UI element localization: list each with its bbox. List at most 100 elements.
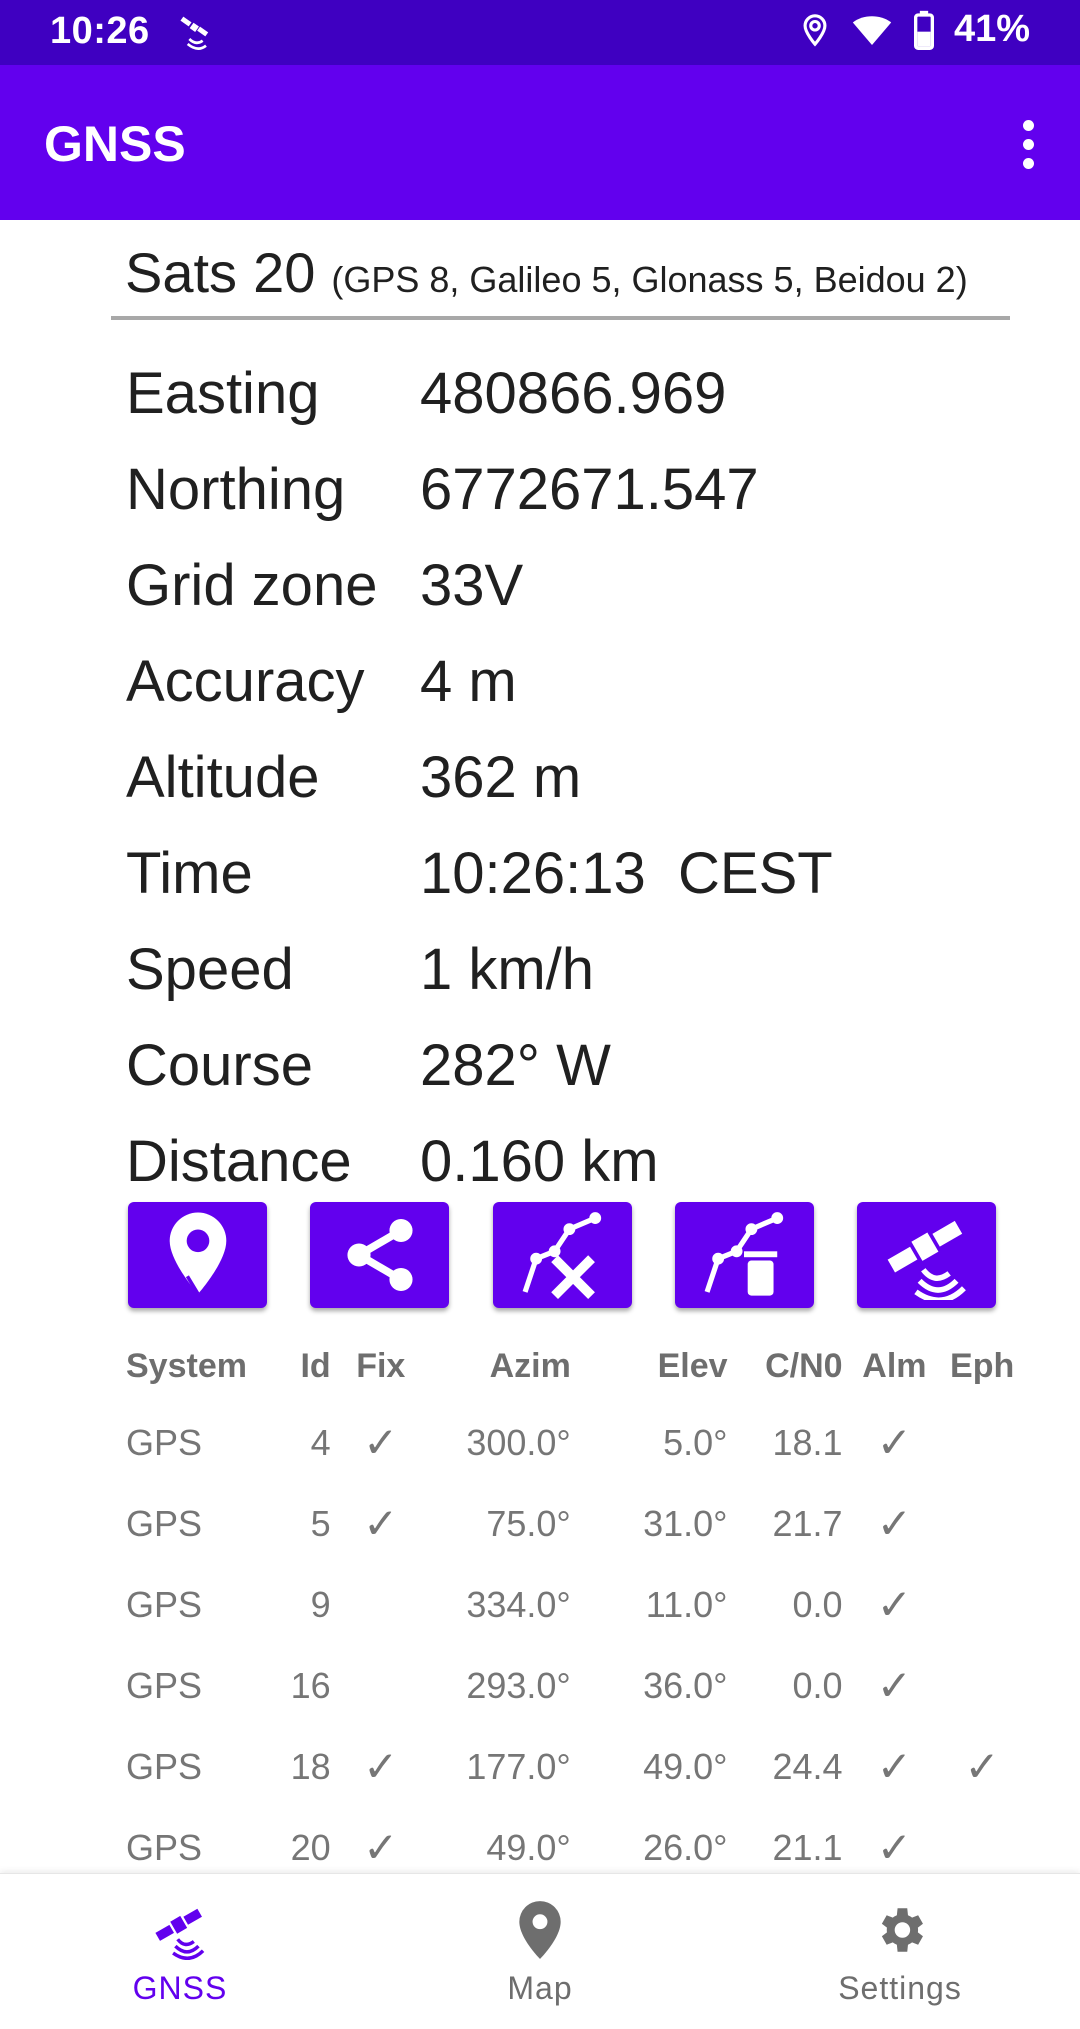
column-header: Fix <box>356 1346 406 1385</box>
cell-azim: 334.0° <box>466 1583 571 1625</box>
table-row: GPS 4 ✓ 300.0° 5.0° 18.1 ✓ <box>126 1402 1026 1483</box>
nav-label: Settings <box>838 1970 962 2006</box>
table-row: GPS 18 ✓ 177.0° 49.0° 24.4 ✓ ✓ <box>126 1726 1026 1807</box>
info-row-course: Course 282° W <box>126 1017 1026 1113</box>
info-label: Northing <box>126 456 346 522</box>
info-label: Speed <box>126 936 294 1002</box>
info-row-easting: Easting 480866.969 <box>126 345 1026 441</box>
info-label: Grid zone <box>126 552 378 618</box>
nav-item-settings[interactable]: Settings <box>770 1874 1030 2029</box>
clear-track-icon <box>522 1212 602 1300</box>
cell-id: 4 <box>310 1421 331 1463</box>
cell-system: GPS <box>126 1826 203 1868</box>
battery-percent: 41% <box>953 8 1030 50</box>
info-label: Accuracy <box>126 648 365 714</box>
cell-cn0: 18.1 <box>772 1421 843 1463</box>
clear-track-button[interactable] <box>492 1202 632 1308</box>
table-row: GPS 9 334.0° 11.0° 0.0 ✓ <box>126 1564 1026 1645</box>
info-value: 480866.969 <box>420 360 727 426</box>
battery-icon <box>913 10 934 50</box>
info-label: Distance <box>126 1128 352 1194</box>
location-pin-icon <box>169 1212 226 1295</box>
sats-label: Sats <box>125 241 238 304</box>
table-row: GPS 16 293.0° 36.0° 0.0 ✓ <box>126 1645 1026 1726</box>
delete-track-button[interactable] <box>674 1202 814 1308</box>
gear-icon <box>868 1898 932 1962</box>
info-row-distance: Distance 0.160 km <box>126 1113 1026 1209</box>
satellite-signal-icon <box>887 1220 966 1300</box>
status-icons: 41% <box>798 8 1030 51</box>
info-row-grid-zone: Grid zone 33V <box>126 537 1026 633</box>
info-value: 282° W <box>420 1032 611 1098</box>
bottom-navigation: GNSS Map Settings <box>0 1873 1080 2029</box>
info-value: 6772671.547 <box>420 456 759 522</box>
cell-id: 20 <box>290 1826 331 1868</box>
cell-system: GPS <box>126 1502 203 1544</box>
sats-detail: (GPS 8, Galileo 5, Glonass 5, Beidou 2) <box>331 259 968 300</box>
cell-elev: 5.0° <box>663 1421 728 1463</box>
cell-elev: 26.0° <box>643 1826 728 1868</box>
cell-alm: ✓ <box>876 1662 912 1709</box>
cell-id: 18 <box>290 1745 331 1787</box>
info-row-speed: Speed 1 km/h <box>126 921 1026 1017</box>
info-value: 1 km/h <box>420 936 595 1002</box>
info-row-altitude: Altitude 362 m <box>126 729 1026 825</box>
info-value: 362 m <box>420 744 582 810</box>
info-value: 33V <box>420 552 524 618</box>
info-label: Course <box>126 1032 313 1098</box>
cell-cn0: 0.0 <box>792 1583 843 1625</box>
location-pin-icon <box>508 1898 572 1962</box>
cell-alm: ✓ <box>876 1500 912 1547</box>
column-header: Azim <box>489 1346 571 1385</box>
nav-item-map[interactable]: Map <box>410 1874 670 2029</box>
nav-label: Map <box>507 1970 573 2006</box>
cell-id: 16 <box>290 1664 331 1706</box>
satellite-icon <box>180 16 209 50</box>
column-header: System <box>126 1346 247 1385</box>
cell-elev: 49.0° <box>643 1745 728 1787</box>
info-label: Easting <box>126 360 320 426</box>
location-button[interactable] <box>128 1202 267 1308</box>
cell-fix: ✓ <box>363 1824 399 1871</box>
info-row-accuracy: Accuracy 4 m <box>126 633 1026 729</box>
info-label: Time <box>126 840 253 906</box>
cell-azim: 75.0° <box>486 1502 571 1544</box>
more-vert-icon[interactable] <box>998 109 1058 179</box>
wifi-icon <box>852 15 892 45</box>
cell-azim: 300.0° <box>466 1421 571 1463</box>
position-info: Easting 480866.969 Northing 6772671.547 … <box>126 345 1026 1209</box>
cell-id: 9 <box>310 1583 331 1625</box>
cell-alm: ✓ <box>876 1824 912 1871</box>
cell-system: GPS <box>126 1583 203 1625</box>
cell-azim: 49.0° <box>486 1826 571 1868</box>
info-value: 0.160 km <box>420 1128 659 1194</box>
satellite-summary: Sats 20 (GPS 8, Galileo 5, Glonass 5, Be… <box>111 240 1010 320</box>
cell-alm: ✓ <box>876 1419 912 1466</box>
info-value: 4 m <box>420 648 517 714</box>
info-row-time: Time 10:26:13 CEST <box>126 825 1026 921</box>
share-button[interactable] <box>310 1202 450 1308</box>
nav-item-gnss[interactable]: GNSS <box>50 1874 310 2029</box>
column-header: Id <box>300 1346 331 1385</box>
location-icon <box>803 13 827 47</box>
cell-cn0: 24.4 <box>772 1745 843 1787</box>
cell-elev: 11.0° <box>645 1583 728 1625</box>
column-header: Alm <box>862 1346 927 1385</box>
column-header: Eph <box>950 1346 1015 1385</box>
table-header: System Id Fix Azim Elev C/N0 Alm Eph <box>126 1330 1026 1402</box>
sats-count: 20 <box>253 241 316 304</box>
cell-alm: ✓ <box>876 1581 912 1628</box>
delete-track-icon <box>704 1212 784 1296</box>
table-row: GPS 5 ✓ 75.0° 31.0° 21.7 ✓ <box>126 1483 1026 1564</box>
nav-label: GNSS <box>132 1970 228 2006</box>
cell-cn0: 21.1 <box>772 1826 843 1868</box>
info-row-northing: Northing 6772671.547 <box>126 441 1026 537</box>
status-bar: 10:26 41% <box>0 0 1080 65</box>
satellite-button[interactable] <box>857 1202 996 1308</box>
cell-id: 5 <box>310 1502 331 1544</box>
cell-azim: 177.0° <box>466 1745 571 1787</box>
cell-system: GPS <box>126 1664 203 1706</box>
cell-fix: ✓ <box>363 1743 399 1790</box>
cell-cn0: 21.7 <box>772 1502 843 1544</box>
column-header: Elev <box>657 1346 728 1385</box>
